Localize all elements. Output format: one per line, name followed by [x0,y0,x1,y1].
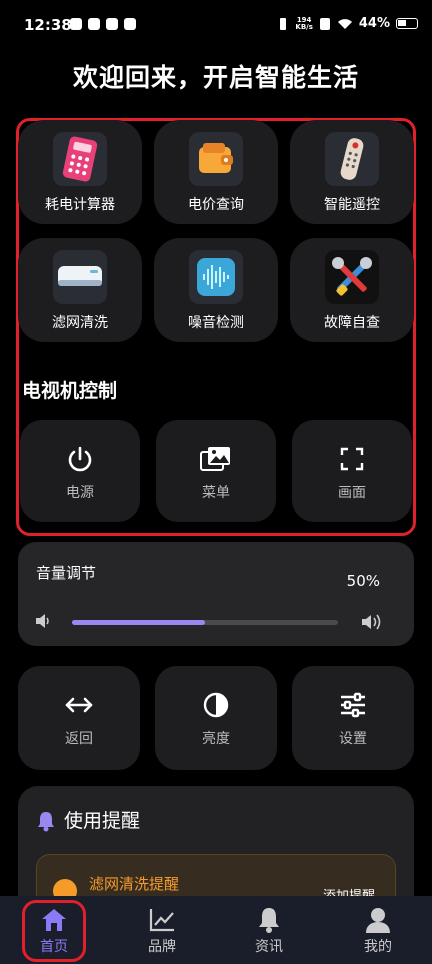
tool-label: 故障自查 [324,315,380,331]
nav-label: 资讯 [255,939,283,955]
volume-panel: 音量调节 50% [18,542,414,646]
status-bar: 12:38 194 KB/s 44% [0,0,432,50]
volume-percent: 50% [346,572,380,590]
nav-label: 品牌 [148,939,176,955]
bell-icon [229,904,309,936]
tool-fault-check[interactable]: 故障自查 [290,238,414,342]
left-right-arrow-icon [59,690,99,720]
vibrate-icon [280,17,287,30]
chart-icon [122,904,202,936]
notification-icon [70,18,82,30]
tool-label: 噪音检测 [188,315,244,331]
brightness-button[interactable]: 亮度 [155,666,277,770]
volume-low-icon [36,614,49,628]
highlight-box-home [22,900,86,962]
tool-label: 滤网清洗 [52,315,108,331]
tv-menu-button[interactable]: 菜单 [156,420,276,522]
volume-slider[interactable] [72,620,338,625]
air-conditioner-icon [53,250,107,304]
back-button[interactable]: 返回 [18,666,140,770]
photos-icon [196,444,236,474]
tool-electricity-price[interactable]: 电价查询 [154,120,278,224]
no-sim-icon [319,17,330,30]
volume-slider-fill [72,620,205,625]
notification-icon [124,18,136,30]
control-label: 设置 [339,731,367,747]
calculator-icon [53,132,107,186]
alert-title: 滤网清洗提醒 [89,875,180,893]
status-right: 194 KB/s 44% [277,16,418,31]
nav-brand[interactable]: 品牌 [122,904,202,956]
tv-button-label: 画面 [338,485,366,501]
user-icon [338,904,418,936]
tv-power-button[interactable]: 电源 [20,420,140,522]
wifi-icon [337,18,352,29]
nav-profile[interactable]: 我的 [338,904,418,956]
tv-control-title: 电视机控制 [22,380,118,402]
wallet-icon [189,132,243,186]
tool-label: 电价查询 [188,197,244,213]
battery-percent: 44% [358,16,390,31]
tool-label: 智能遥控 [324,197,380,213]
volume-title: 音量调节 [36,564,97,582]
tool-power-calculator[interactable]: 耗电计算器 [18,120,142,224]
notification-icons [70,18,136,30]
tv-button-label: 菜单 [202,485,230,501]
tool-noise-detection[interactable]: 噪音检测 [154,238,278,342]
notification-icon [106,18,118,30]
sliders-icon [333,690,373,720]
tv-picture-button[interactable]: 画面 [292,420,412,522]
bell-icon [38,812,54,832]
status-time: 12:38 [24,16,72,34]
power-icon [60,444,100,474]
settings-button[interactable]: 设置 [292,666,414,770]
net-speed: 194 KB/s [295,15,313,31]
page-title: 欢迎回来，开启智能生活 [72,63,359,92]
tv-button-label: 电源 [66,485,94,501]
volume-high-icon [362,614,381,630]
tool-label: 耗电计算器 [45,197,115,213]
sound-wave-icon [189,250,243,304]
control-label: 亮度 [202,731,230,747]
fullscreen-icon [332,444,372,474]
nav-label: 我的 [364,939,392,955]
notification-icon [88,18,100,30]
control-label: 返回 [65,731,93,747]
tool-smart-remote[interactable]: 智能遥控 [290,120,414,224]
remote-control-icon [325,132,379,186]
contrast-icon [196,690,236,720]
battery-icon [396,18,418,29]
nav-news[interactable]: 资讯 [229,904,309,956]
reminder-title: 使用提醒 [64,810,141,832]
tool-filter-cleaning[interactable]: 滤网清洗 [18,238,142,342]
tools-icon [325,250,379,304]
